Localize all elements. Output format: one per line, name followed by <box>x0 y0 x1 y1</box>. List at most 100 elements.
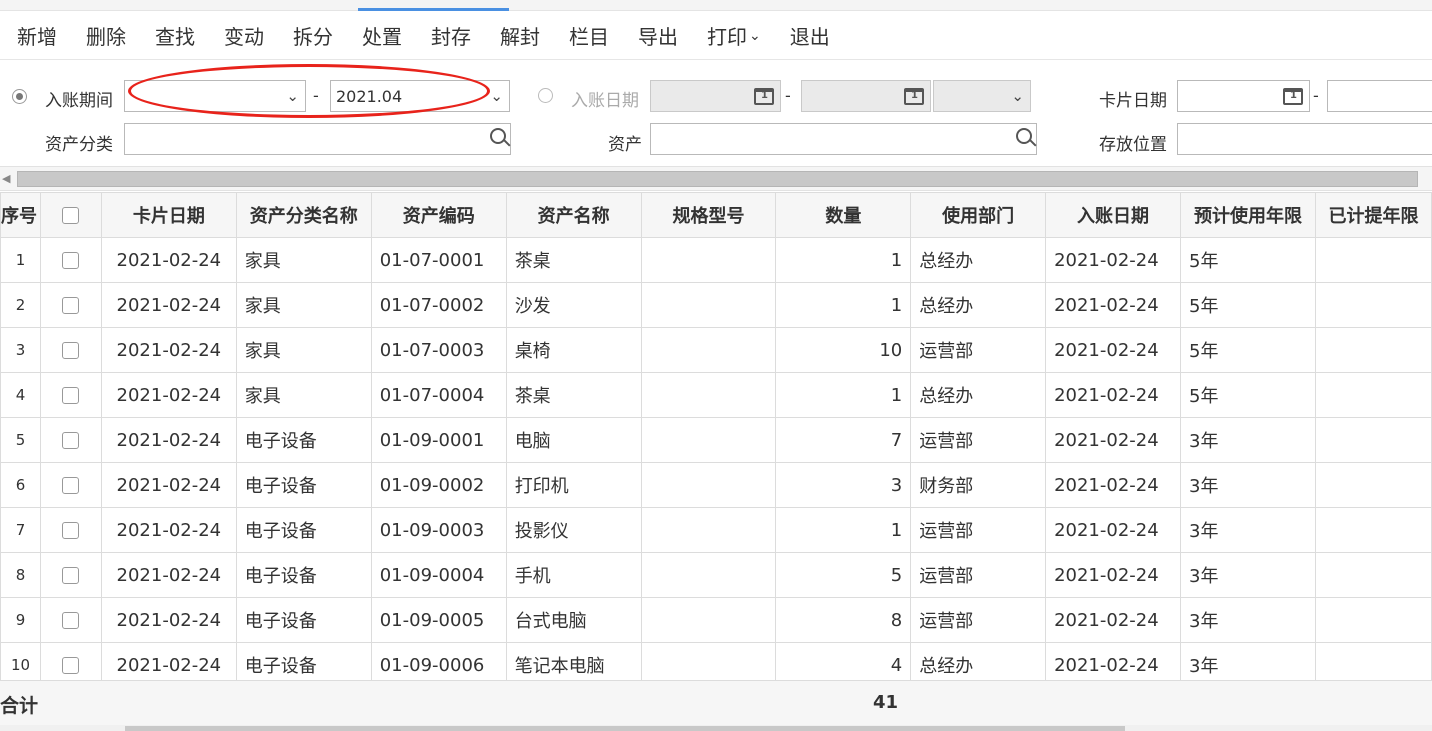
search-icon[interactable] <box>490 128 506 144</box>
row-checkbox-cell[interactable] <box>39 282 102 328</box>
print-button[interactable]: 打印 ⌄ <box>707 21 761 50</box>
entry-date-cell: 2021-02-24 <box>1045 507 1182 553</box>
entry-date-start-input[interactable] <box>650 80 781 112</box>
name-cell: 打印机 <box>505 462 642 508</box>
qty-cell: 1 <box>775 372 912 418</box>
calendar-icon[interactable] <box>904 88 924 105</box>
scrollbar-thumb[interactable] <box>125 726 1125 731</box>
exit-button[interactable]: 退出 <box>790 21 830 50</box>
card-date-end-input[interactable] <box>1327 80 1432 112</box>
scrollbar-thumb[interactable] <box>17 171 1418 187</box>
entry-date-preset-select[interactable]: ⌄ <box>933 80 1031 112</box>
row-checkbox[interactable] <box>62 432 80 449</box>
location-input[interactable] <box>1177 123 1432 155</box>
qty-cell: 10 <box>775 327 912 373</box>
table-row[interactable]: 8 2021-02-24 电子设备 01-09-0004 手机 5 运营部 2021-02-2… <box>0 552 1432 598</box>
row-checkbox[interactable] <box>62 522 80 539</box>
category-cell: 电子设备 <box>235 552 372 598</box>
split-button[interactable]: 拆分 <box>293 21 333 50</box>
active-tab-indicator[interactable] <box>358 0 509 11</box>
delete-button[interactable]: 删除 <box>86 21 126 50</box>
calendar-icon[interactable] <box>1283 88 1303 105</box>
row-checkbox[interactable] <box>62 342 80 359</box>
asset-input[interactable] <box>650 123 1037 155</box>
table-row[interactable]: 3 2021-02-24 家具 01-07-0003 桌椅 10 运营部 2021-02-24… <box>0 327 1432 373</box>
col-header-card-date[interactable]: 卡片日期 <box>100 192 237 238</box>
row-checkbox-cell[interactable] <box>39 507 102 553</box>
table-row[interactable]: 2 2021-02-24 家具 01-07-0002 沙发 1 总经办 2021-02-24 5… <box>0 282 1432 328</box>
spec-cell <box>640 597 777 643</box>
row-checkbox[interactable] <box>62 657 80 674</box>
card-date-start-input[interactable] <box>1177 80 1310 112</box>
col-header-life[interactable]: 预计使用年限 <box>1180 192 1316 238</box>
row-checkbox[interactable] <box>62 477 80 494</box>
chevron-down-icon: ⌄ <box>749 27 761 44</box>
dispose-button[interactable]: 处置 <box>362 21 402 50</box>
period-end-select[interactable]: 2021.04 ⌄ <box>330 80 510 112</box>
entry-date-radio[interactable] <box>538 88 553 103</box>
horizontal-scrollbar[interactable]: ◀ <box>0 166 1432 191</box>
col-header-accrued[interactable]: 已计提年限 <box>1314 192 1432 238</box>
bottom-scrollbar[interactable] <box>0 725 1432 731</box>
entry-date-cell: 2021-02-24 <box>1045 552 1182 598</box>
row-checkbox[interactable] <box>62 297 80 314</box>
select-all-checkbox[interactable] <box>62 207 80 224</box>
table-row[interactable]: 7 2021-02-24 电子设备 01-09-0003 投影仪 1 运营部 2021-02-… <box>0 507 1432 553</box>
select-all-checkbox-cell[interactable] <box>39 192 102 238</box>
code-cell: 01-07-0003 <box>370 327 507 373</box>
row-checkbox-cell[interactable] <box>39 462 102 508</box>
row-checkbox[interactable] <box>62 612 80 629</box>
unseal-button[interactable]: 解封 <box>500 21 540 50</box>
export-button[interactable]: 导出 <box>638 21 678 50</box>
col-header-entry-date[interactable]: 入账日期 <box>1045 192 1182 238</box>
period-start-select[interactable]: ⌄ <box>124 80 306 112</box>
qty-cell: 1 <box>775 237 912 283</box>
change-button[interactable]: 变动 <box>224 21 264 50</box>
table-row[interactable]: 4 2021-02-24 家具 01-07-0004 茶桌 1 总经办 2021-02-24 5… <box>0 372 1432 418</box>
add-button[interactable]: 新增 <box>17 21 57 50</box>
search-icon[interactable] <box>1016 128 1032 144</box>
col-header-spec[interactable]: 规格型号 <box>640 192 777 238</box>
card-date-cell: 2021-02-24 <box>100 417 237 463</box>
calendar-icon[interactable] <box>754 88 774 105</box>
row-seq-cell: 3 <box>0 327 41 373</box>
row-checkbox-cell[interactable] <box>39 597 102 643</box>
row-checkbox-cell[interactable] <box>39 417 102 463</box>
columns-button[interactable]: 栏目 <box>569 21 609 50</box>
category-input[interactable] <box>124 123 511 155</box>
table-row[interactable]: 1 2021-02-24 家具 01-07-0001 茶桌 1 总经办 2021-02-24 5… <box>0 237 1432 283</box>
col-header-qty[interactable]: 数量 <box>775 192 912 238</box>
col-header-name[interactable]: 资产名称 <box>505 192 642 238</box>
table-row[interactable]: 5 2021-02-24 电子设备 01-09-0001 电脑 7 运营部 2021-02-2… <box>0 417 1432 463</box>
table-row[interactable]: 6 2021-02-24 电子设备 01-09-0002 打印机 3 财务部 2021-02-… <box>0 462 1432 508</box>
row-checkbox-cell[interactable] <box>39 327 102 373</box>
entry-date-end-input[interactable] <box>801 80 931 112</box>
find-button[interactable]: 查找 <box>155 21 195 50</box>
code-cell: 01-09-0005 <box>370 597 507 643</box>
scroll-left-icon[interactable]: ◀ <box>2 172 10 185</box>
category-cell: 电子设备 <box>235 597 372 643</box>
col-header-code[interactable]: 资产编码 <box>370 192 507 238</box>
col-header-dept[interactable]: 使用部门 <box>910 192 1047 238</box>
row-checkbox[interactable] <box>62 567 80 584</box>
period-radio[interactable] <box>12 89 27 104</box>
toolbar: 新增 删除 查找 变动 拆分 处置 封存 解封 栏目 导出 打印 ⌄ 退出 <box>0 12 1432 60</box>
period-label: 入账期间 <box>45 91 113 111</box>
spec-cell <box>640 372 777 418</box>
category-label: 资产分类 <box>45 135 113 155</box>
table-row[interactable]: 9 2021-02-24 电子设备 01-09-0005 台式电脑 8 运营部 2021-02… <box>0 597 1432 643</box>
card-date-cell: 2021-02-24 <box>100 462 237 508</box>
dept-cell: 运营部 <box>910 597 1047 643</box>
category-cell: 电子设备 <box>235 507 372 553</box>
row-checkbox-cell[interactable] <box>39 237 102 283</box>
row-checkbox[interactable] <box>62 252 80 269</box>
row-checkbox-cell[interactable] <box>39 372 102 418</box>
range-dash: - <box>313 86 319 105</box>
seal-button[interactable]: 封存 <box>431 21 471 50</box>
row-checkbox-cell[interactable] <box>39 552 102 598</box>
row-checkbox[interactable] <box>62 387 80 404</box>
col-header-category[interactable]: 资产分类名称 <box>235 192 372 238</box>
card-date-cell: 2021-02-24 <box>100 327 237 373</box>
entry-date-cell: 2021-02-24 <box>1045 597 1182 643</box>
dept-cell: 运营部 <box>910 327 1047 373</box>
